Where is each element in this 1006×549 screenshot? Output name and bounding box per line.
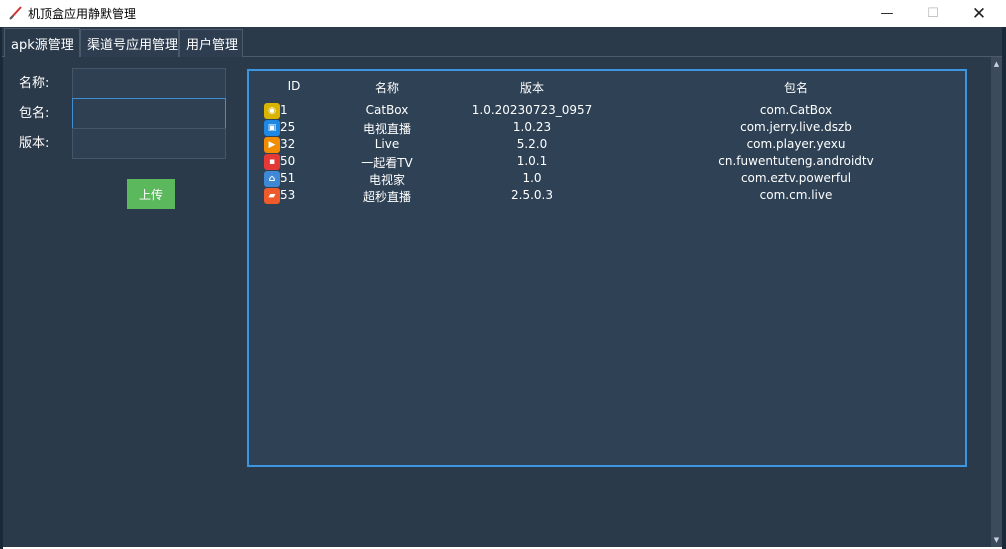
cell-version: 1.0 <box>522 171 542 185</box>
cell-version: 1.0.20230723_0957 <box>471 103 593 117</box>
cell-name: 超秒直播 <box>362 190 412 204</box>
minimize-button[interactable]: — <box>864 0 910 27</box>
tv-home-app-icon: ⌂ <box>264 171 280 187</box>
version-label: 版本: <box>19 136 50 151</box>
cell-name: CatBox <box>365 103 409 117</box>
cell-name: 电视家 <box>368 173 406 187</box>
cell-package: com.player.yexu <box>746 137 846 151</box>
package-input[interactable] <box>72 98 226 129</box>
cell-id: 25 <box>280 120 296 134</box>
apk-table: ID 名称 版本 包名 ◉ 1 CatBox 1.0.20230723_0957 com… <box>247 69 967 467</box>
tab-apk-source[interactable]: apk源管理 <box>4 28 80 57</box>
cell-package: com.cm.live <box>759 188 833 202</box>
cell-package: com.jerry.live.dszb <box>740 120 852 134</box>
left-edge <box>0 27 3 549</box>
cell-version: 1.0.1 <box>516 154 548 168</box>
cell-id: 1 <box>280 103 288 117</box>
upload-button[interactable]: 上传 <box>127 179 175 209</box>
cell-version: 5.2.0 <box>516 137 548 151</box>
vertical-scrollbar[interactable] <box>991 57 1002 547</box>
header-version: 版本 <box>519 81 545 95</box>
cell-package: com.eztv.powerful <box>740 171 852 185</box>
title-bar: 机顶盒应用静默管理 — ☐ ✕ <box>0 0 1006 27</box>
cell-id: 50 <box>280 154 296 168</box>
close-button[interactable]: ✕ <box>956 0 1002 27</box>
table-row[interactable]: ◉ 1 CatBox 1.0.20230723_0957 com.CatBox <box>249 102 965 119</box>
header-package: 包名 <box>783 81 809 95</box>
name-input[interactable] <box>72 68 226 99</box>
app-icon <box>9 6 22 20</box>
table-row[interactable]: ▪ 50 一起看TV 1.0.1 cn.fuwentuteng.androidtv <box>249 153 965 170</box>
maximize-button[interactable]: ☐ <box>910 0 956 27</box>
cell-name: 电视直播 <box>362 122 412 136</box>
cell-package: com.CatBox <box>759 103 833 117</box>
catbox-app-icon: ◉ <box>264 103 280 119</box>
tab-users[interactable]: 用户管理 <box>179 29 243 57</box>
cell-name: 一起看TV <box>361 156 413 170</box>
watch-tv-app-icon: ▪ <box>264 154 280 170</box>
cell-id: 51 <box>280 171 296 185</box>
table-row[interactable]: ▣ 25 电视直播 1.0.23 com.jerry.live.dszb <box>249 119 965 136</box>
table-row[interactable]: ⌂ 51 电视家 1.0 com.eztv.powerful <box>249 170 965 187</box>
tab-channel-apps[interactable]: 渠道号应用管理 <box>80 29 179 57</box>
scroll-down-icon[interactable]: ▼ <box>991 534 1002 546</box>
window-title: 机顶盒应用静默管理 <box>28 7 137 21</box>
tab-bar: apk源管理 渠道号应用管理 用户管理 <box>2 27 1002 57</box>
cell-package: cn.fuwentuteng.androidtv <box>718 154 874 168</box>
table-row[interactable]: ▰ 53 超秒直播 2.5.0.3 com.cm.live <box>249 187 965 204</box>
tv-app-icon: ▣ <box>264 120 280 136</box>
table-row[interactable]: ▶ 32 Live 5.2.0 com.player.yexu <box>249 136 965 153</box>
live-app-icon: ▰ <box>264 188 280 204</box>
name-label: 名称: <box>19 76 50 91</box>
cell-id: 32 <box>280 137 296 151</box>
cell-version: 2.5.0.3 <box>511 188 553 202</box>
right-edge <box>1002 27 1006 549</box>
package-label: 包名: <box>19 106 50 121</box>
version-input[interactable] <box>72 128 226 159</box>
cell-id: 53 <box>280 188 296 202</box>
cell-version: 1.0.23 <box>512 120 552 134</box>
scroll-up-icon[interactable]: ▲ <box>991 58 1002 70</box>
header-name: 名称 <box>374 81 400 95</box>
header-id: ID <box>287 79 301 93</box>
play-app-icon: ▶ <box>264 137 280 153</box>
cell-name: Live <box>374 137 400 151</box>
